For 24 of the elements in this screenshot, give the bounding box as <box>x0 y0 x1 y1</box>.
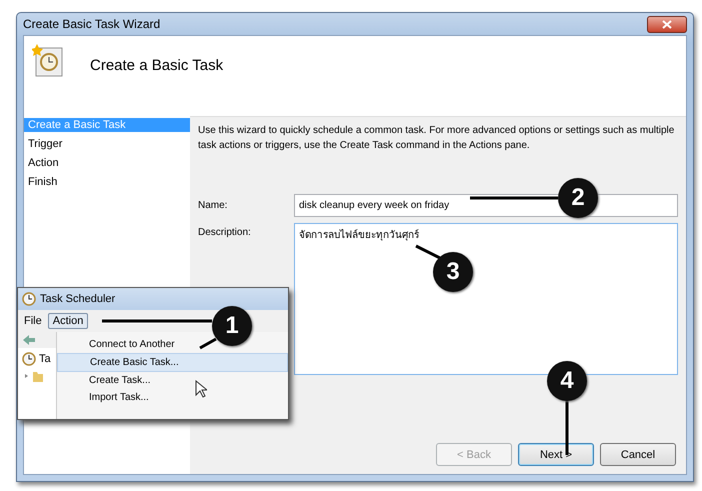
window-title: Create Basic Task Wizard <box>23 17 160 31</box>
intro-text: Use this wizard to quickly schedule a common task. For more advanced options or settings such as multiple task actions or triggers, use the Create Task command in the Actions pane. <box>198 124 676 153</box>
page-heading: Create a Basic Task <box>90 57 224 74</box>
close-icon <box>662 20 672 28</box>
clock-icon <box>22 352 36 366</box>
folder-icon <box>24 370 44 382</box>
clock-icon <box>22 292 36 306</box>
task-clock-icon <box>32 44 64 78</box>
wizard-step[interactable]: Finish <box>24 175 190 189</box>
wizard-button[interactable]: Cancel <box>600 443 676 466</box>
menu-item[interactable]: Action <box>48 313 88 329</box>
field-label: Name: <box>198 200 228 211</box>
leader-line <box>415 244 441 260</box>
tree-item[interactable]: Ta <box>39 353 51 365</box>
mouse-pointer-icon <box>195 380 207 398</box>
wizard-step[interactable]: Trigger <box>24 137 190 151</box>
menu-item[interactable]: File <box>20 314 46 328</box>
close-button[interactable] <box>647 16 687 32</box>
menu-item[interactable]: Create Task... <box>57 372 288 389</box>
menu-item[interactable]: Import Task... <box>57 389 288 406</box>
field-label: Description: <box>198 226 252 238</box>
menu-item[interactable]: Create Basic Task... <box>57 353 288 372</box>
wizard-step[interactable]: Action <box>24 156 190 170</box>
window-title: Task Scheduler <box>40 293 116 305</box>
